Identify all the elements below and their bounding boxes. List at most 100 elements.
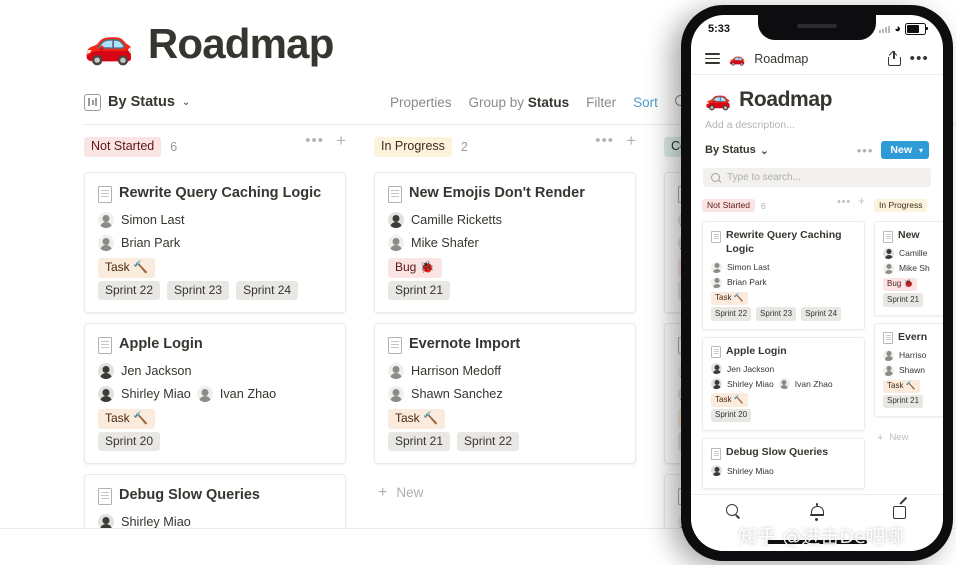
card-person-row: Harrison Medoff [388, 363, 622, 380]
phone-screen: 5:33 ◕ 🚗 Roadmap ••• 🚗 Roadmap Add a des… [691, 15, 943, 551]
card-type-tag-row: Task 🔨 [883, 379, 943, 393]
board-card[interactable]: Apple Login Jen Jackson Shirley Miao Iva… [702, 336, 865, 432]
card-sprint-tag-row: Sprint 21 Sprint 22 [388, 431, 622, 452]
document-icon [388, 337, 402, 355]
document-icon [883, 230, 893, 243]
card-title-row: Rewrite Query Caching Logic [711, 229, 856, 257]
type-tag: Bug 🐞 [388, 258, 442, 278]
card-title: New [898, 229, 920, 241]
avatar [711, 276, 722, 288]
board-card[interactable]: New Camille Mike Sh Bug 🐞 Sprint 21 [874, 221, 943, 316]
card-sprint-tag-row: Sprint 20 [711, 408, 856, 423]
card-title-row: New Emojis Don't Render [388, 184, 622, 203]
page-title[interactable]: Roadmap [148, 20, 335, 68]
group-by-button[interactable]: Group by Status [469, 95, 570, 110]
board-card[interactable]: Debug Slow Queries Shirley Miao [702, 438, 865, 489]
bell-icon[interactable] [809, 503, 825, 521]
column-actions: ••• + [837, 195, 865, 207]
person-chip: Shirley Miao [711, 465, 774, 476]
sort-button[interactable]: Sort [633, 95, 658, 110]
card-type-tag-row: Task 🔨 [98, 409, 332, 429]
view-tab-by-status[interactable]: By Status ⌄ [705, 144, 769, 157]
new-button[interactable]: New ▾ [881, 141, 929, 159]
person-name: Harrison Medoff [411, 364, 502, 379]
board-card[interactable]: Evern Harriso Shawn Task 🔨 Sprint 21 [874, 322, 943, 418]
board-card[interactable]: Rewrite Query Caching Logic Simon Last B… [702, 221, 865, 330]
hamburger-menu-icon[interactable] [705, 52, 720, 65]
type-tag: Task 🔨 [98, 409, 155, 429]
card-sprint-tag-row: Sprint 20 [98, 431, 332, 452]
sprint-tag: Sprint 21 [883, 293, 924, 307]
person-chip: Ivan Zhao [196, 386, 276, 403]
person-chip: Ivan Zhao [778, 378, 833, 390]
add-new-card-button[interactable]: + New [874, 424, 943, 451]
board-card[interactable]: New Emojis Don't Render Camille Ricketts… [374, 172, 636, 314]
column-status-tag[interactable]: In Progress [874, 198, 928, 213]
column-add-icon[interactable]: + [858, 195, 865, 207]
share-icon[interactable] [887, 50, 901, 66]
search-icon[interactable] [725, 503, 742, 520]
card-title-row: Evernote Import [388, 335, 622, 355]
phone-nav-bar: 🚗 Roadmap ••• [691, 43, 943, 75]
card-person-row: Brian Park [711, 276, 856, 288]
column-add-icon[interactable]: + [336, 132, 346, 149]
card-title-row: Apple Login [711, 345, 856, 359]
person-chip: Brian Park [98, 235, 180, 251]
properties-button[interactable]: Properties [390, 95, 452, 110]
page-title[interactable]: Roadmap [739, 88, 832, 112]
person-name: Shirley Miao [121, 387, 191, 402]
search-icon [711, 172, 721, 183]
column-more-icon[interactable]: ••• [595, 133, 614, 148]
board-card[interactable]: Rewrite Query Caching Logic Simon Last B… [84, 172, 346, 314]
filter-button[interactable]: Filter [586, 95, 616, 110]
card-person-row: Mike Sh [883, 262, 943, 274]
card-title: Evern [898, 330, 928, 343]
avatar [883, 364, 894, 376]
column-status-tag[interactable]: Not Started [702, 198, 755, 213]
board-view-icon [84, 93, 101, 111]
view-tab-by-status[interactable]: By Status ⌄ [84, 93, 190, 111]
column-add-icon[interactable]: + [626, 132, 636, 149]
document-icon [98, 186, 112, 203]
sprint-tag: Sprint 22 [711, 307, 752, 321]
page-emoji-car-icon[interactable]: 🚗 [705, 88, 731, 112]
person-name: Camille [899, 248, 928, 259]
avatar [388, 386, 404, 403]
card-title-row: New [883, 229, 943, 243]
person-chip: Shirley Miao [98, 386, 191, 403]
column-status-tag[interactable]: In Progress [374, 137, 452, 157]
board-card[interactable]: Apple Login Jen Jackson Shirley Miao Iva… [84, 323, 346, 465]
board-column-not-started: Not Started 6 ••• + Rewrite Query Cachin… [84, 132, 346, 565]
card-title: Apple Login [726, 344, 787, 357]
chevron-down-icon: ⌄ [759, 144, 769, 157]
card-type-tag-row: Bug 🐞 [388, 258, 622, 278]
compose-icon[interactable] [892, 503, 909, 520]
column-status-tag[interactable]: Not Started [84, 137, 162, 157]
more-options-icon[interactable]: ••• [910, 51, 929, 66]
description-placeholder[interactable]: Add a description... [691, 112, 943, 131]
board-card[interactable]: Evernote Import Harrison Medoff Shawn Sa… [374, 323, 636, 465]
person-name: Shirley Miao [727, 465, 774, 476]
search-input[interactable]: Type to search... [703, 168, 931, 187]
column-header: In Progress [874, 198, 943, 213]
card-sprint-tag-row: Sprint 21 [388, 280, 622, 301]
column-actions: ••• + [305, 132, 346, 149]
card-type-tag-row: Task 🔨 [711, 393, 856, 407]
person-name: Harriso [899, 350, 927, 360]
column-more-icon[interactable]: ••• [305, 133, 324, 148]
person-name: Shawn Sanchez [411, 387, 503, 402]
type-tag: Task 🔨 [711, 291, 748, 306]
type-tag: Task 🔨 [388, 409, 445, 429]
sprint-tag: Sprint 21 [388, 431, 451, 452]
card-title-row: Debug Slow Queries [711, 446, 856, 460]
more-options-icon[interactable]: ••• [857, 144, 874, 157]
card-title: Rewrite Query Caching Logic [119, 185, 322, 201]
add-new-card-button[interactable]: + New [374, 474, 636, 511]
person-chip: Harriso [883, 349, 927, 361]
person-name: Brian Park [727, 277, 767, 288]
column-more-icon[interactable]: ••• [837, 196, 851, 207]
page-emoji-car-icon[interactable]: 🚗 [84, 24, 134, 64]
avatar [98, 212, 114, 228]
avatar [711, 363, 722, 375]
phone-view-toolbar: By Status ⌄ ••• New ▾ [691, 131, 943, 159]
